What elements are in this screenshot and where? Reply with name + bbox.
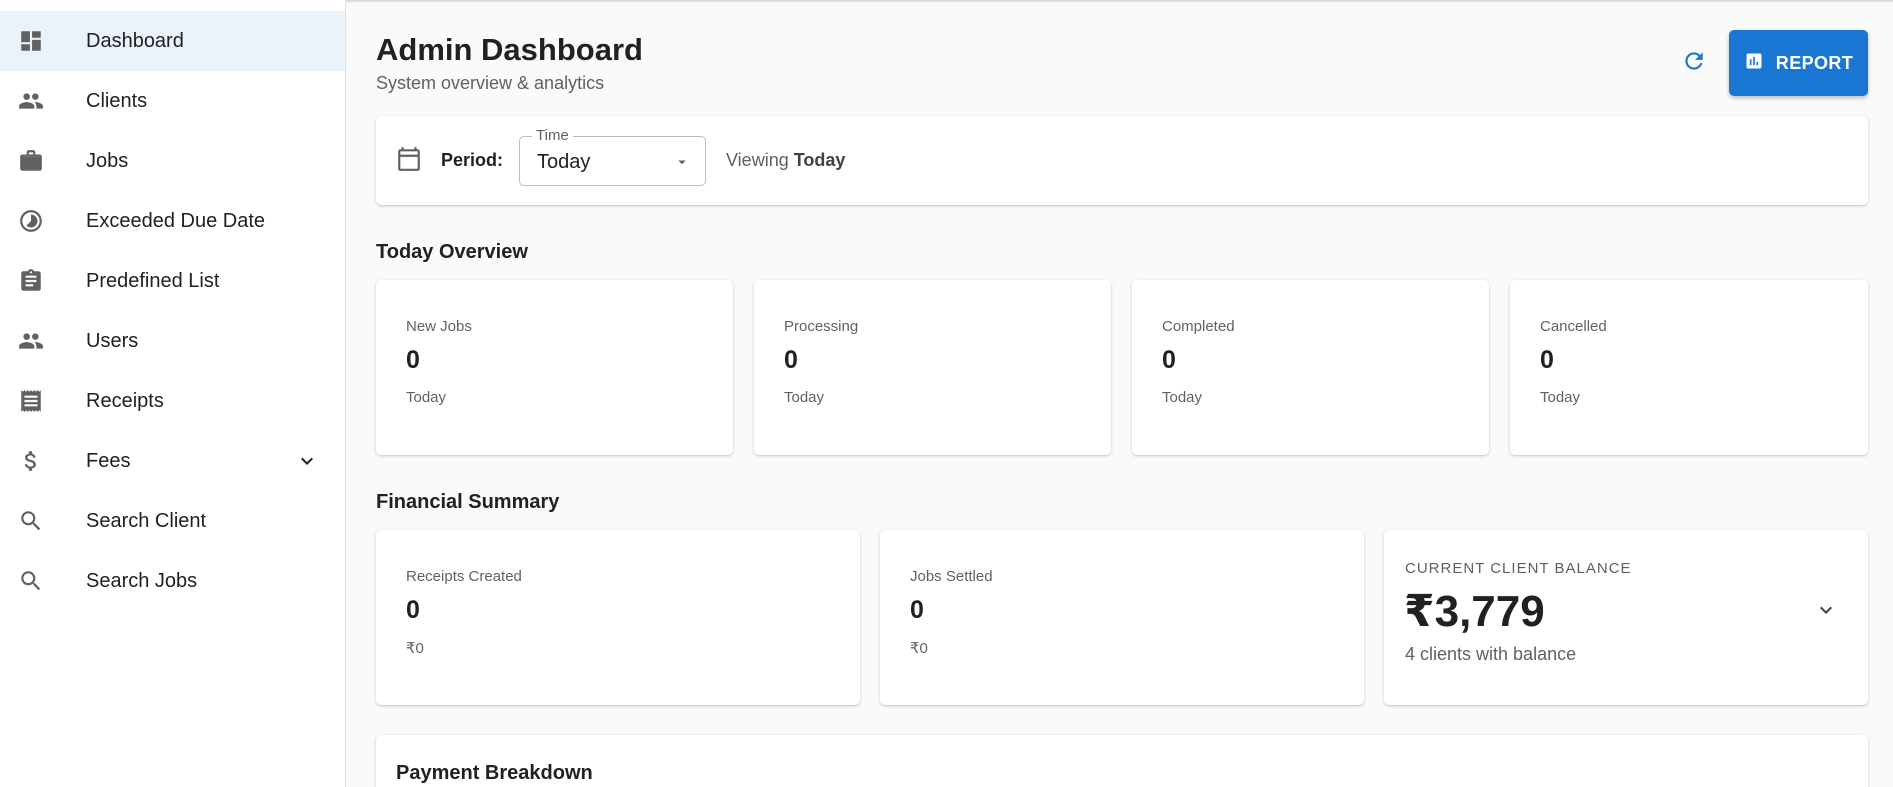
stat-value: 0 bbox=[1162, 346, 1176, 374]
sidebar-item-fees[interactable]: Fees bbox=[0, 431, 345, 491]
main-content: Admin Dashboard System overview & analyt… bbox=[346, 0, 1893, 787]
page-title: Admin Dashboard bbox=[376, 32, 643, 67]
sidebar-item-label: Dashboard bbox=[86, 29, 184, 52]
timelapse-icon bbox=[18, 208, 44, 234]
app-root: Dashboard Clients Jobs Exceeded Due Date bbox=[0, 0, 1893, 787]
bar-chart-icon bbox=[1744, 51, 1764, 76]
stat-sub: ₹0 bbox=[910, 640, 928, 657]
time-select-value: Today bbox=[537, 151, 591, 173]
refresh-button[interactable] bbox=[1679, 48, 1709, 78]
stat-card-receipts-created[interactable]: Receipts Created 0 ₹0 bbox=[376, 530, 860, 705]
stat-sub: Today bbox=[1162, 389, 1203, 406]
viewing-value: Today bbox=[793, 150, 846, 170]
sidebar-item-label: Search Client bbox=[86, 509, 207, 532]
stat-label: Receipts Created bbox=[406, 568, 522, 585]
stat-card-processing[interactable]: Processing 0 Today bbox=[754, 280, 1111, 455]
sidebar-item-label: Fees bbox=[86, 449, 131, 472]
stat-value: 0 bbox=[784, 346, 798, 374]
report-button-label: REPORT bbox=[1775, 52, 1854, 73]
calendar-icon bbox=[396, 146, 422, 172]
chevron-down-icon[interactable] bbox=[295, 449, 319, 473]
sidebar-item-exceeded-due-date[interactable]: Exceeded Due Date bbox=[0, 191, 345, 251]
sidebar-item-search-client[interactable]: Search Client bbox=[0, 491, 345, 551]
people-icon bbox=[18, 88, 44, 114]
dashboard-icon bbox=[18, 28, 44, 54]
stat-value: 0 bbox=[406, 596, 420, 624]
sidebar-item-predefined-list[interactable]: Predefined List bbox=[0, 251, 345, 311]
search-icon bbox=[18, 568, 44, 594]
sidebar-item-label: Exceeded Due Date bbox=[86, 209, 266, 232]
receipt-icon bbox=[18, 388, 44, 414]
stat-label: Jobs Settled bbox=[910, 568, 993, 585]
clipboard-icon bbox=[18, 268, 44, 294]
stat-sub: Today bbox=[1540, 389, 1581, 406]
sidebar-item-dashboard[interactable]: Dashboard bbox=[0, 11, 345, 71]
stat-value: 0 bbox=[910, 596, 924, 624]
stat-label: New Jobs bbox=[406, 318, 472, 335]
stat-value: 0 bbox=[1540, 346, 1554, 374]
client-balance-card[interactable]: CURRENT CLIENT BALANCE ₹3,779 4 clients … bbox=[1384, 530, 1868, 705]
sidebar-item-label: Jobs bbox=[86, 149, 129, 172]
stat-value: 0 bbox=[406, 346, 420, 374]
balance-sub: 4 clients with balance bbox=[1405, 644, 1577, 664]
stat-sub: Today bbox=[784, 389, 825, 406]
briefcase-icon bbox=[18, 148, 44, 174]
sidebar-item-label: Predefined List bbox=[86, 269, 220, 292]
time-period-select[interactable]: Time Today bbox=[519, 127, 706, 186]
sidebar-item-jobs[interactable]: Jobs bbox=[0, 131, 345, 191]
refresh-icon bbox=[1681, 48, 1707, 79]
dollar-icon bbox=[18, 448, 44, 474]
sidebar-item-clients[interactable]: Clients bbox=[0, 71, 345, 131]
stat-card-new-jobs[interactable]: New Jobs 0 Today bbox=[376, 280, 733, 455]
chevron-down-icon[interactable] bbox=[1814, 598, 1838, 622]
financial-section-title: Financial Summary bbox=[376, 491, 560, 513]
viewing-indicator: Viewing Today bbox=[726, 150, 845, 171]
sidebar-item-label: Clients bbox=[86, 89, 148, 112]
sidebar-item-label: Search Jobs bbox=[86, 569, 198, 592]
sidebar-item-label: Users bbox=[86, 329, 139, 352]
search-icon bbox=[18, 508, 44, 534]
sidebar-item-receipts[interactable]: Receipts bbox=[0, 371, 345, 431]
stat-card-cancelled[interactable]: Cancelled 0 Today bbox=[1510, 280, 1868, 455]
report-button[interactable]: REPORT bbox=[1729, 30, 1868, 96]
stat-label: Processing bbox=[784, 318, 859, 335]
period-label: Period: bbox=[441, 150, 504, 170]
sidebar: Dashboard Clients Jobs Exceeded Due Date bbox=[0, 0, 346, 787]
sidebar-item-search-jobs[interactable]: Search Jobs bbox=[0, 551, 345, 611]
viewing-prefix: Viewing bbox=[726, 150, 789, 170]
payment-breakdown-title: Payment Breakdown bbox=[396, 762, 593, 784]
stat-label: Completed bbox=[1162, 318, 1235, 335]
time-select-legend: Time bbox=[532, 127, 573, 144]
stat-card-jobs-settled[interactable]: Jobs Settled 0 ₹0 bbox=[880, 530, 1364, 705]
balance-label: CURRENT CLIENT BALANCE bbox=[1405, 560, 1632, 577]
sidebar-item-users[interactable]: Users bbox=[0, 311, 345, 371]
period-filter-card: Period: Time Today Viewing Today bbox=[376, 116, 1868, 205]
stat-label: Cancelled bbox=[1540, 318, 1607, 335]
overview-section-title: Today Overview bbox=[376, 241, 528, 263]
stat-sub: ₹0 bbox=[406, 640, 424, 657]
sidebar-item-label: Receipts bbox=[86, 389, 164, 412]
payment-breakdown-card: Payment Breakdown bbox=[376, 735, 1868, 787]
stat-sub: Today bbox=[406, 389, 447, 406]
balance-value: ₹3,779 bbox=[1404, 587, 1545, 636]
dropdown-arrow-icon bbox=[673, 153, 691, 171]
stat-card-completed[interactable]: Completed 0 Today bbox=[1132, 280, 1489, 455]
page-subtitle: System overview & analytics bbox=[376, 73, 605, 93]
people-icon bbox=[18, 328, 44, 354]
